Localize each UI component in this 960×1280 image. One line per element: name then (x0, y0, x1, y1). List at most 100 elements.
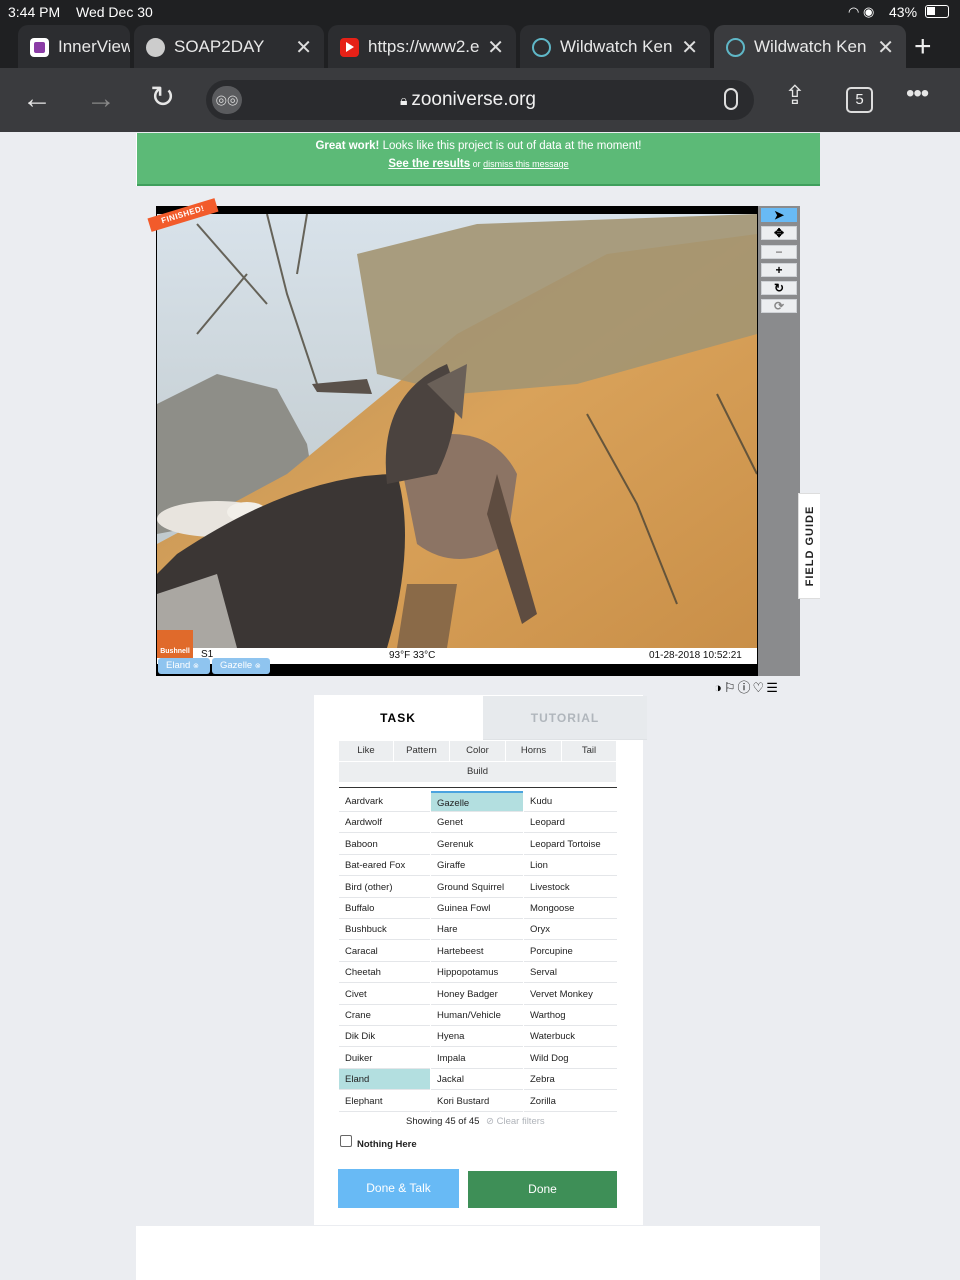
species-hyena[interactable]: Hyena (431, 1026, 523, 1048)
species-baboon[interactable]: Baboon (339, 834, 430, 855)
camera-trap-image[interactable] (157, 214, 757, 648)
species-hippopotamus[interactable]: Hippopotamus (431, 962, 523, 984)
clear-filters-button[interactable]: ⊘ Clear filters (486, 1116, 545, 1127)
filter-pattern[interactable]: Pattern (394, 741, 450, 761)
collections-icon[interactable]: ☰ (766, 680, 780, 695)
species-honey-badger[interactable]: Honey Badger (431, 984, 523, 1005)
nothing-here-checkbox[interactable] (340, 1135, 352, 1147)
species-gazelle[interactable]: Gazelle (431, 791, 523, 812)
done-and-talk-button[interactable]: Done & Talk (338, 1169, 459, 1208)
innerview-icon (30, 38, 49, 57)
close-tab-icon[interactable]: ✕ (681, 35, 698, 60)
tab-wildwatch-1[interactable]: Wildwatch Keny ✕ (520, 25, 710, 69)
species-kudu[interactable]: Kudu (524, 791, 617, 812)
species-hare[interactable]: Hare (431, 919, 523, 941)
reload-button[interactable]: ↻ (150, 80, 175, 115)
remove-chip-icon: ⊗ (192, 663, 199, 670)
species-vervet-monkey[interactable]: Vervet Monkey (524, 984, 617, 1005)
tab-tutorial[interactable]: TUTORIAL (483, 696, 647, 740)
see-results-link[interactable]: See the results (388, 158, 470, 170)
pointer-tool-icon[interactable]: ➤ (761, 208, 797, 222)
species-eland[interactable]: Eland (339, 1069, 430, 1091)
share-button[interactable]: ⇪ (784, 80, 806, 111)
tab-label: Wildwatch Keny (560, 37, 672, 56)
species-crane[interactable]: Crane (339, 1005, 430, 1026)
species-waterbuck[interactable]: Waterbuck (524, 1026, 617, 1048)
species-leopard-tortoise[interactable]: Leopard Tortoise (524, 834, 617, 855)
species-giraffe[interactable]: Giraffe (431, 855, 523, 877)
species-genet[interactable]: Genet (431, 812, 523, 834)
back-button[interactable]: ← (22, 82, 52, 116)
species-jackal[interactable]: Jackal (431, 1069, 523, 1091)
species-porcupine[interactable]: Porcupine (524, 941, 617, 962)
zoom-in-icon[interactable]: + (761, 263, 797, 277)
species-gerenuk[interactable]: Gerenuk (431, 834, 523, 855)
species-dik-dik[interactable]: Dik Dik (339, 1026, 430, 1048)
reset-view-icon[interactable]: ⟳ (761, 299, 797, 313)
species-elephant[interactable]: Elephant (339, 1091, 430, 1112)
info-icon[interactable]: ⓘ (738, 680, 753, 695)
species-human-vehicle[interactable]: Human/Vehicle (431, 1005, 523, 1026)
species-warthog[interactable]: Warthog (524, 1005, 617, 1026)
species-mongoose[interactable]: Mongoose (524, 898, 617, 919)
species-bat-eared-fox[interactable]: Bat-eared Fox (339, 855, 430, 877)
species-cheetah[interactable]: Cheetah (339, 962, 430, 984)
species-bushbuck[interactable]: Bushbuck (339, 919, 430, 941)
field-guide-tab[interactable]: FIELD GUIDE (798, 493, 820, 599)
microphone-icon[interactable] (724, 88, 738, 110)
species-civet[interactable]: Civet (339, 984, 430, 1005)
new-tab-button[interactable]: + (914, 30, 932, 64)
showing-count: Showing 45 of 45 (406, 1116, 480, 1127)
tab-label: Wildwatch Ken (754, 37, 866, 56)
species-caracal[interactable]: Caracal (339, 941, 430, 962)
selected-chip-eland[interactable]: Eland ⊗ (158, 658, 210, 674)
species-guinea-fowl[interactable]: Guinea Fowl (431, 898, 523, 919)
globe-icon (146, 38, 165, 57)
close-tab-icon[interactable]: ✕ (487, 35, 504, 60)
selected-chip-gazelle[interactable]: Gazelle ⊗ (212, 658, 270, 674)
tab-wildwatch-2[interactable]: Wildwatch Ken ✕ (714, 25, 906, 69)
species-bird-other-[interactable]: Bird (other) (339, 877, 430, 898)
remove-chip-icon: ⊗ (254, 663, 261, 670)
tab-soap2day[interactable]: SOAP2DAY ✕ (134, 25, 324, 69)
filter-build[interactable]: Build (339, 762, 617, 782)
species-hartebeest[interactable]: Hartebeest (431, 941, 523, 962)
species-livestock[interactable]: Livestock (524, 877, 617, 898)
zoom-out-icon[interactable]: − (761, 245, 797, 259)
species-buffalo[interactable]: Buffalo (339, 898, 430, 919)
filter-color[interactable]: Color (450, 741, 506, 761)
rotate-icon[interactable]: ↻ (761, 281, 797, 295)
filter-tail[interactable]: Tail (562, 741, 617, 761)
tab-count-button[interactable]: 5 (846, 87, 873, 113)
flag-icon[interactable]: ⚐ (724, 680, 738, 695)
species-aardwolf[interactable]: Aardwolf (339, 812, 430, 834)
zooniverse-icon (726, 38, 745, 57)
filter-horns[interactable]: Horns (506, 741, 562, 761)
species-zebra[interactable]: Zebra (524, 1069, 617, 1091)
species-wild-dog[interactable]: Wild Dog (524, 1048, 617, 1069)
species-kori-bustard[interactable]: Kori Bustard (431, 1091, 523, 1112)
favorite-icon[interactable]: ♡ (753, 680, 767, 695)
tab-task[interactable]: TASK (314, 696, 482, 740)
species-leopard[interactable]: Leopard (524, 812, 617, 834)
forward-button[interactable]: → (86, 82, 116, 116)
banner-message: Looks like this project is out of data a… (379, 140, 642, 152)
filter-like[interactable]: Like (339, 741, 394, 761)
species-serval[interactable]: Serval (524, 962, 617, 984)
species-aardvark[interactable]: Aardvark (339, 791, 430, 812)
species-lion[interactable]: Lion (524, 855, 617, 877)
close-tab-icon[interactable]: ✕ (877, 35, 894, 60)
done-button[interactable]: Done (468, 1171, 617, 1208)
more-menu-button[interactable]: ••• (906, 80, 929, 108)
species-impala[interactable]: Impala (431, 1048, 523, 1069)
invert-icon[interactable]: ◑ (714, 680, 724, 695)
species-oryx[interactable]: Oryx (524, 919, 617, 941)
close-tab-icon[interactable]: ✕ (295, 35, 312, 60)
tab-innerview[interactable]: InnerView (18, 25, 130, 69)
species-duiker[interactable]: Duiker (339, 1048, 430, 1069)
dismiss-message-link[interactable]: dismiss this message (483, 159, 569, 169)
pan-tool-icon[interactable]: ✥ (761, 226, 797, 240)
species-ground-squirrel[interactable]: Ground Squirrel (431, 877, 523, 898)
tab-youtube[interactable]: https://www2.e ✕ (328, 25, 516, 69)
species-zorilla[interactable]: Zorilla (524, 1091, 617, 1112)
